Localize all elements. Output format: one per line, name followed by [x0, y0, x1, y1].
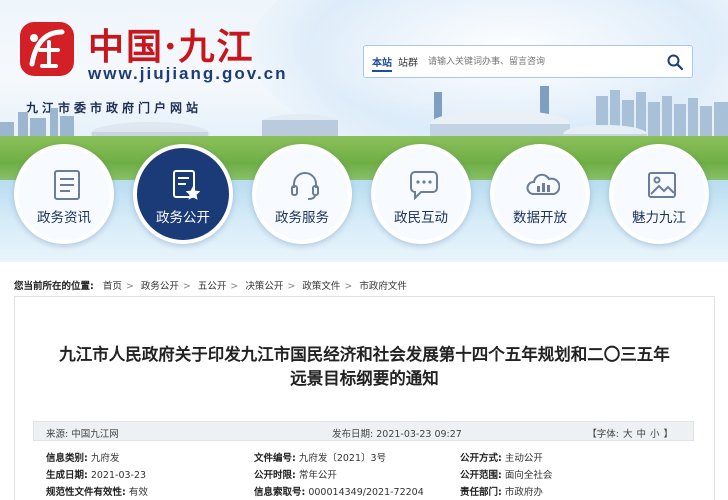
nav-item-open-data[interactable]: 数据开放 [490, 144, 590, 244]
breadcrumb-separator: > [125, 281, 134, 292]
chat-bubble-icon [410, 171, 438, 201]
info-cell: 信息类别: 九府发 [46, 450, 119, 464]
breadcrumb-separator: > [287, 281, 296, 292]
info-cell: 公开时限: 常年公开 [254, 467, 337, 481]
breadcrumb-item-disclosure[interactable]: 政务公开 [141, 281, 179, 292]
info-key: 公开方式: [460, 453, 502, 464]
nav-item-label: 政民互动 [394, 210, 448, 226]
search-scope: 本站 站群 [372, 54, 424, 72]
image-icon [648, 172, 676, 198]
info-key: 责任部门: [460, 487, 502, 498]
info-cell: 公开方式: 主动公开 [460, 450, 543, 464]
breadcrumb-separator: > [344, 281, 353, 292]
font-label: 【字体: [587, 429, 619, 440]
info-row: 生成日期: 2021-03-23 公开时限: 常年公开 公开范围: 面向全社会 [46, 465, 696, 482]
font-close: 】 [663, 429, 673, 440]
font-size-medium[interactable]: 中 [636, 429, 646, 440]
nav-item-charm[interactable]: 魅力九江 [609, 144, 709, 244]
breadcrumb-lead: 您当前所在的位置: [14, 281, 94, 292]
bar-cloud-icon [526, 173, 560, 195]
info-value: 市政府办 [504, 487, 543, 498]
info-key: 信息类别: [46, 453, 88, 464]
breadcrumb-item-home[interactable]: 首页 [103, 281, 122, 292]
article-title-line: 远景目标纲要的通知 [290, 369, 439, 388]
document-list-icon [54, 170, 80, 200]
city-logo-icon[interactable] [18, 20, 76, 78]
date-label: 发布日期: [332, 429, 374, 440]
article-source: 来源: 中国九江网 [46, 426, 119, 440]
info-cell: 公开范围: 面向全社会 [460, 467, 552, 481]
article-date: 发布日期: 2021-03-23 09:27 [332, 426, 462, 440]
info-value: 主动公开 [504, 453, 543, 464]
headset-icon [291, 172, 319, 200]
info-row: 信息类别: 九府发 文件编号: 九府发〔2021〕3号 公开方式: 主动公开 [46, 448, 696, 465]
breadcrumb-separator: > [230, 281, 239, 292]
nav-item-label: 政务公开 [156, 210, 210, 226]
nav-item-label: 政务资讯 [37, 210, 91, 226]
date-value: 2021-03-23 09:27 [376, 429, 462, 440]
nav-item-label: 魅力九江 [632, 210, 686, 226]
info-cell: 信息索取号: 000014349/2021-72204 [254, 484, 424, 498]
info-key: 公开范围: [460, 470, 502, 481]
info-value: 面向全社会 [504, 470, 553, 481]
search-input[interactable] [428, 53, 658, 71]
search-scope-site[interactable]: 本站 [372, 58, 392, 72]
info-value: 九府发〔2021〕3号 [298, 453, 387, 464]
font-size-small[interactable]: 小 [650, 429, 660, 440]
info-key: 公开时限: [254, 470, 296, 481]
search-icon[interactable] [666, 53, 684, 71]
info-cell: 规范性文件有效性: 有效 [46, 484, 148, 498]
document-star-icon [173, 170, 201, 200]
info-cell: 生成日期: 2021-03-23 [46, 467, 146, 481]
info-cell: 责任部门: 市政府办 [460, 484, 543, 498]
info-key: 文件编号: [254, 453, 296, 464]
info-value: 有效 [128, 487, 148, 498]
nav-item-label: 政务服务 [275, 210, 329, 226]
nav-item-services[interactable]: 政务服务 [252, 144, 352, 244]
info-value: 000014349/2021-72204 [308, 487, 424, 498]
article-title-line: 九江市人民政府关于印发九江市国民经济和社会发展第十四个五年规划和二〇三五年 [59, 345, 670, 364]
breadcrumb-separator: > [182, 281, 191, 292]
info-key: 规范性文件有效性: [46, 487, 126, 498]
site-name[interactable]: 中国·九江 [88, 18, 255, 70]
nav-item-disclosure[interactable]: 政务公开 [133, 144, 233, 244]
breadcrumb-item-decision[interactable]: 决策公开 [245, 281, 283, 292]
info-value: 常年公开 [298, 470, 337, 481]
breadcrumb-item-five-disclosures[interactable]: 五公开 [198, 281, 227, 292]
info-value: 九府发 [90, 453, 120, 464]
font-size-switcher: 【字体: 大中小】 [585, 426, 675, 440]
nav-item-label: 数据开放 [513, 210, 567, 226]
search-scope-group[interactable]: 站群 [398, 58, 418, 69]
site-url: www.jiujiang.gov.cn [88, 64, 288, 83]
info-row: 规范性文件有效性: 有效 信息索取号: 000014349/2021-72204… [46, 482, 696, 499]
breadcrumb-item-city-docs[interactable]: 市政府文件 [359, 281, 407, 292]
source-label: 来源: [46, 429, 69, 440]
info-key: 信息索取号: [254, 487, 306, 498]
header-banner: 中国·九江 www.jiujiang.gov.cn 九江市委市政府门户网站 本站… [0, 0, 728, 262]
main-nav: 政务资讯 政务公开 政务服务 政民互动 数据开放 魅力九江 [0, 144, 728, 256]
info-key: 生成日期: [46, 470, 88, 481]
font-size-large[interactable]: 大 [623, 429, 633, 440]
article-meta-bar: 来源: 中国九江网 发布日期: 2021-03-23 09:27 【字体: 大中小… [33, 421, 694, 441]
source-value: 中国九江网 [71, 429, 119, 440]
breadcrumb: 您当前所在的位置: 首页 > 政务公开 > 五公开 > 决策公开 > 政策文件 > 市政府… [14, 278, 407, 292]
article-title: 九江市人民政府关于印发九江市国民经济和社会发展第十四个五年规划和二〇三五年 远景… [14, 343, 715, 391]
breadcrumb-item-policy[interactable]: 政策文件 [302, 281, 340, 292]
info-cell: 文件编号: 九府发〔2021〕3号 [254, 450, 386, 464]
info-value: 2021-03-23 [90, 470, 147, 481]
nav-item-news[interactable]: 政务资讯 [14, 144, 114, 244]
search-box: 本站 站群 [363, 45, 693, 78]
document-info-table: 信息类别: 九府发 文件编号: 九府发〔2021〕3号 公开方式: 主动公开 生… [46, 448, 696, 499]
nav-item-interaction[interactable]: 政民互动 [371, 144, 471, 244]
